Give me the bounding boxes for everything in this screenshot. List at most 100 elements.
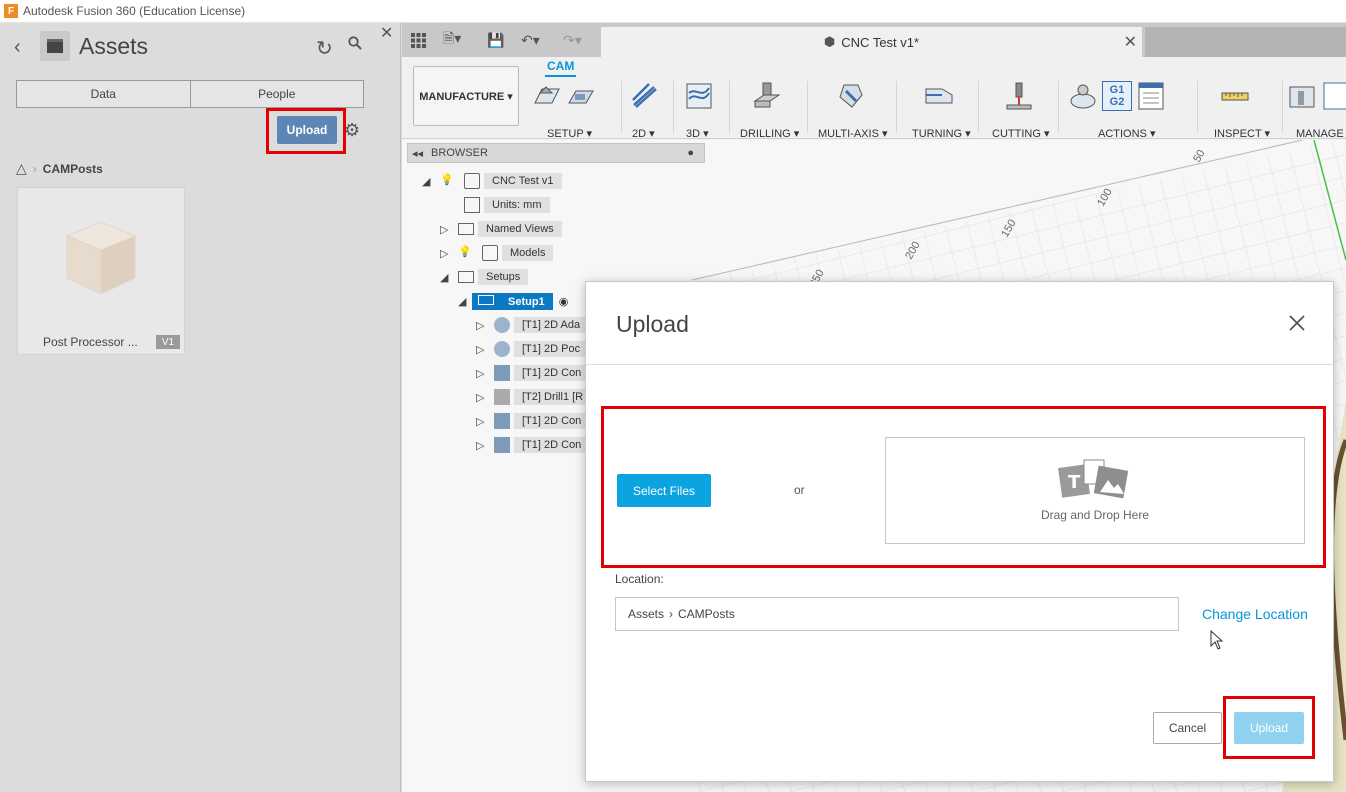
collapsed-icon[interactable]: ▷ (476, 319, 490, 332)
search-icon[interactable] (348, 36, 362, 50)
tree-item-operation[interactable]: ▷ [T1] 2D Poc (476, 339, 589, 359)
turning-label: TURNING ▾ (912, 128, 971, 140)
location-folder: CAMPosts (678, 607, 735, 621)
divider (673, 81, 674, 133)
change-location-link[interactable]: Change Location (1202, 606, 1308, 622)
tree-item-operation[interactable]: ▷ [T1] 2D Con (476, 411, 590, 431)
cutting-group[interactable]: CUTTING ▾ (990, 73, 1054, 140)
setup-icon (478, 294, 494, 305)
2d-toolpath-icon (632, 83, 657, 108)
collapsed-icon[interactable]: ▷ (476, 343, 490, 356)
2d-group[interactable]: 2D ▾ (630, 73, 662, 140)
location-field: Assets › CAMPosts (615, 597, 1179, 631)
tree-item-setups[interactable]: ◢ Setups (440, 267, 529, 287)
gear-icon[interactable]: ⚙ (344, 120, 360, 141)
file-name: Post Processor ... (43, 335, 138, 349)
close-panel-icon[interactable]: ✕ (380, 23, 393, 43)
actions-group[interactable]: G1 G2 ACTIONS ▾ (1068, 73, 1196, 140)
tool-library-icon (1289, 86, 1315, 108)
turning-icon (925, 88, 953, 104)
grid-menu-icon[interactable] (411, 30, 426, 50)
tree-item-setup1[interactable]: ◢ Setup1 ◉ (458, 291, 568, 311)
lightbulb-icon[interactable]: 💡 (440, 173, 456, 189)
collapsed-icon[interactable]: ▷ (476, 367, 490, 380)
version-badge: V1 (156, 335, 180, 349)
divider (621, 81, 622, 133)
document-cube-icon: ⬢ (823, 34, 836, 49)
setup-sheet-icon (1138, 82, 1164, 110)
collapsed-icon[interactable]: ▷ (476, 391, 490, 404)
hub-icon[interactable]: △ (16, 160, 27, 177)
panel-upload-button[interactable]: Upload (277, 116, 337, 144)
multi-axis-icon (839, 84, 863, 108)
cutting-icon (1006, 82, 1032, 110)
data-panel: ‹ Assets ↻ ✕ Data People Upload ⚙ △ › CA… (0, 23, 401, 792)
tree-item-operation[interactable]: ▷ [T2] Drill1 [R (476, 387, 592, 407)
tree-item-models[interactable]: ▷ 💡 Models (440, 243, 554, 263)
svg-text:T: T (1068, 472, 1081, 493)
tree-item-units[interactable]: Units: mm (460, 195, 550, 215)
ribbon-toolbar: MANUFACTURE ▾ CAM SETUP ▾ 2D ▾ 3D ▾ DRIL… (402, 57, 1346, 140)
save-icon[interactable]: 💾 (487, 30, 504, 50)
chevron-right-icon: › (669, 607, 674, 621)
tree-item-document[interactable]: ◢ 💡 CNC Test v1 (422, 171, 562, 191)
mouse-cursor-icon (1210, 630, 1224, 650)
active-setup-icon[interactable]: ◉ (559, 295, 569, 308)
document-title: CNC Test v1* (841, 34, 920, 50)
pocket-operation-icon (494, 341, 510, 357)
tree-item-operation[interactable]: ▷ [T1] 2D Con (476, 435, 590, 455)
cutting-label: CUTTING ▾ (992, 128, 1050, 140)
browser-options-icon[interactable]: ● (687, 147, 694, 159)
tree-item-operation[interactable]: ▷ [T1] 2D Ada (476, 315, 589, 335)
breadcrumb-folder[interactable]: CAMPosts (43, 162, 103, 176)
expanded-icon[interactable]: ◢ (422, 175, 436, 188)
upload-dialog: Upload Select Files or T Drag and Drop H… (585, 281, 1335, 782)
expanded-icon[interactable]: ◢ (440, 271, 454, 284)
manage-group[interactable]: MANAGE ▾ (1288, 73, 1346, 140)
redo-icon[interactable]: ↷▾ (563, 30, 582, 50)
document-tab[interactable]: ⬢ CNC Test v1* ✕ (601, 27, 1142, 57)
measure-icon (1221, 92, 1249, 101)
tree-item-named-views[interactable]: ▷ Named Views (440, 219, 562, 239)
expanded-icon[interactable]: ◢ (458, 295, 472, 308)
tree-item-operation[interactable]: ▷ [T1] 2D Con (476, 363, 590, 383)
stock-setup-icon (568, 90, 594, 104)
select-files-button[interactable]: Select Files (617, 474, 711, 507)
collapsed-icon[interactable]: ▷ (476, 415, 490, 428)
cancel-button[interactable]: Cancel (1153, 712, 1222, 744)
inspect-group[interactable]: INSPECT ▾ (1212, 73, 1278, 140)
multi-axis-group[interactable]: MULTI-AXIS ▾ (816, 73, 888, 140)
lightbulb-icon[interactable]: 💡 (458, 245, 474, 261)
close-icon[interactable] (1288, 314, 1306, 332)
collapsed-icon[interactable]: ▷ (440, 223, 454, 236)
tab-people[interactable]: People (189, 81, 363, 107)
drag-drop-label: Drag and Drop Here (1040, 508, 1150, 522)
collapse-browser-icon[interactable]: ◂◂ (412, 147, 423, 160)
drilling-group[interactable]: DRILLING ▾ (738, 73, 800, 140)
fusion-app-icon: F (4, 4, 18, 18)
workspace-switcher[interactable]: MANUFACTURE ▾ (413, 66, 519, 126)
collapsed-icon[interactable]: ▷ (440, 247, 454, 260)
collapsed-icon[interactable]: ▷ (476, 439, 490, 452)
setup-group[interactable]: SETUP ▾ (532, 73, 612, 140)
browser-header[interactable]: ◂◂ BROWSER ● (407, 143, 705, 163)
3d-group[interactable]: 3D ▾ (684, 73, 716, 140)
refresh-icon[interactable]: ↻ (316, 36, 333, 61)
close-tab-icon[interactable]: ✕ (1124, 32, 1137, 52)
undo-icon[interactable]: ↶▾ (521, 30, 540, 50)
back-arrow-icon[interactable]: ‹ (14, 36, 21, 59)
inactive-tab[interactable] (1145, 27, 1346, 57)
folder-icon (458, 223, 474, 235)
assets-folder-icon (40, 31, 70, 61)
tab-data[interactable]: Data (17, 81, 190, 107)
upload-button[interactable]: Upload (1234, 712, 1304, 744)
manage-label: MANAGE ▾ (1296, 128, 1346, 140)
tab-bar: 🗎▾ 💾 ↶▾ ↷▾ ⬢ CNC Test v1* ✕ (402, 23, 1346, 57)
contour-operation-icon (494, 413, 510, 429)
drill-operation-icon (494, 389, 510, 405)
file-menu-icon[interactable]: 🗎▾ (443, 30, 461, 50)
drop-zone[interactable]: T Drag and Drop Here (885, 437, 1305, 544)
file-tile[interactable]: Post Processor ... V1 (17, 187, 185, 355)
turning-group[interactable]: TURNING ▾ (910, 73, 976, 140)
window-titlebar: F Autodesk Fusion 360 (Education License… (0, 0, 1346, 23)
